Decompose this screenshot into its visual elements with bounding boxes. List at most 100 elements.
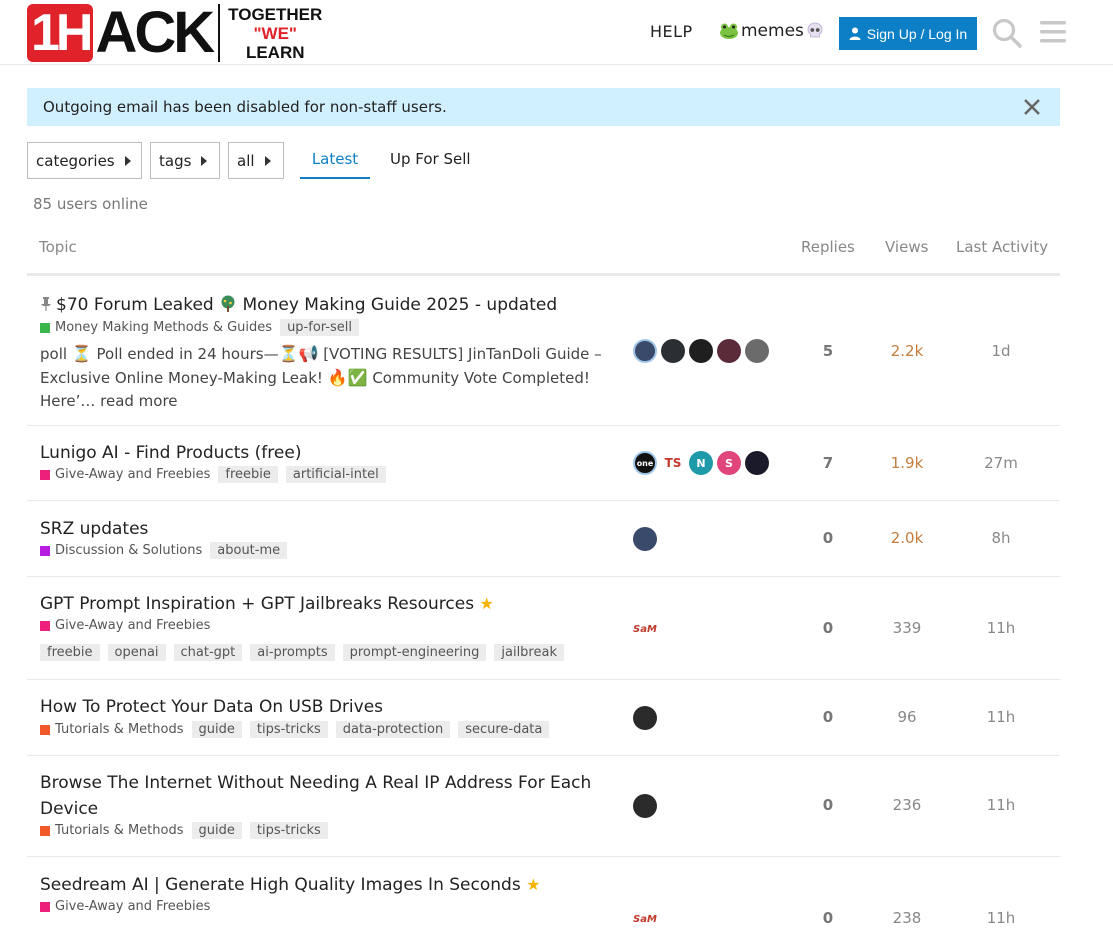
column-replies[interactable]: Replies [801,238,855,256]
categories-dropdown[interactable]: categories [27,142,142,179]
tagline-line-2: "WE" [253,23,297,43]
tag[interactable]: data-protection [335,721,451,738]
close-icon[interactable] [1022,97,1042,117]
category-link[interactable]: Give-Away and Freebies [40,467,210,482]
last-activity[interactable]: 11h [957,909,1045,927]
table-row[interactable]: GPT Prompt Inspiration + GPT Jailbreaks … [27,577,1060,680]
category-link[interactable]: Discussion & Solutions [40,543,202,558]
tag[interactable]: freebie [40,644,100,661]
nav-memes-link[interactable]: memes [719,21,824,41]
tag[interactable]: secure-data [458,721,550,738]
avatar[interactable] [633,527,657,551]
reply-count[interactable]: 5 [787,342,869,360]
category-link[interactable]: Give-Away and Freebies [40,618,210,633]
nav-help-link[interactable]: HELP [650,22,693,41]
topic-meta: Tutorials & Methods guide tips-tricks [40,822,328,839]
avatar[interactable] [633,706,657,730]
avatar[interactable] [745,339,769,363]
avatar[interactable]: N [689,451,713,475]
last-activity[interactable]: 27m [957,454,1045,472]
skull-icon [807,22,823,38]
tag[interactable]: freebie [218,466,278,483]
reply-count[interactable]: 0 [787,708,869,726]
tag[interactable]: guide [191,822,242,839]
avatar[interactable] [717,339,741,363]
table-row[interactable]: $70 Forum Leaked Money Making Guide 2025… [27,279,1060,426]
category-name: Money Making Methods & Guides [55,320,273,335]
topic-title[interactable]: $70 Forum Leaked Money Making Guide 2025… [40,295,557,315]
category-color-swatch [40,901,50,912]
reply-count[interactable]: 0 [787,529,869,547]
topic-title[interactable]: GPT Prompt Inspiration + GPT Jailbreaks … [40,594,494,614]
category-name: Give-Away and Freebies [55,899,211,914]
tag[interactable]: prompt-engineering [342,644,487,661]
hourglass-icon: ⏳ [278,344,299,363]
avatar[interactable] [689,339,713,363]
tag[interactable]: openai [107,644,166,661]
avatar[interactable] [633,339,657,363]
avatar[interactable] [745,451,769,475]
last-activity[interactable]: 11h [957,708,1045,726]
category-link[interactable]: Give-Away and Freebies [40,899,210,914]
tab-up-for-sell[interactable]: Up For Sell [390,150,471,179]
caret-right-icon [124,155,131,166]
reply-count[interactable]: 0 [787,796,869,814]
star-icon: ★ [526,875,541,894]
last-activity[interactable]: 11h [957,796,1045,814]
category-link[interactable]: Tutorials & Methods [40,722,184,737]
category-link[interactable]: Tutorials & Methods [40,823,184,838]
search-icon[interactable] [991,17,1023,49]
hamburger-menu-icon[interactable] [1040,19,1066,45]
signup-login-button[interactable]: Sign Up / Log In [839,17,977,50]
column-topic[interactable]: Topic [39,238,77,256]
logo-badge: 1H [27,4,94,62]
avatar[interactable]: TS [661,451,685,475]
table-row[interactable]: Seedream AI | Generate High Quality Imag… [27,857,1060,931]
avatar[interactable] [633,794,657,818]
topic-title[interactable]: Browse The Internet Without Needing A Re… [40,770,610,822]
reply-count[interactable]: 0 [787,909,869,927]
site-logo[interactable]: 1H ACK TOGETHER "WE" LEARN [27,3,322,63]
caret-right-icon [264,155,271,166]
avatar[interactable]: SaM [633,617,657,641]
topic-title[interactable]: SRZ updates [40,519,148,539]
caret-right-icon [201,155,208,166]
topic-posters: one TS N S [633,451,769,475]
avatar[interactable] [661,339,685,363]
topic-title[interactable]: Lunigo AI - Find Products (free) [40,443,301,463]
tag[interactable]: chat-gpt [173,644,243,661]
last-activity[interactable]: 8h [957,529,1045,547]
tag[interactable]: up-for-sell [280,319,359,336]
hourglass-icon: ⏳ [71,344,92,363]
avatar[interactable]: one [633,451,657,475]
avatar[interactable]: S [717,451,741,475]
tag[interactable]: artificial-intel [285,466,386,483]
category-link[interactable]: Money Making Methods & Guides [40,320,272,335]
topic-title[interactable]: Seedream AI | Generate High Quality Imag… [40,875,540,895]
all-dropdown[interactable]: all [228,142,284,179]
table-row[interactable]: Lunigo AI - Find Products (free) Give-Aw… [27,426,1060,501]
last-activity[interactable]: 11h [957,619,1045,637]
topic-posters: SaM [633,617,657,641]
tag[interactable]: jailbreak [494,644,564,661]
tags-dropdown[interactable]: tags [150,142,220,179]
tag[interactable]: tips-tricks [249,721,328,738]
tag[interactable]: about-me [210,542,288,559]
reply-count[interactable]: 7 [787,454,869,472]
megaphone-icon: 📢 [298,344,319,363]
table-row[interactable]: Browse The Internet Without Needing A Re… [27,756,1060,857]
topic-posters [633,794,657,818]
read-more-link[interactable]: read more [100,392,177,410]
tab-latest[interactable]: Latest [300,150,370,179]
avatar[interactable]: SaM [633,907,657,931]
tag[interactable]: ai-prompts [250,644,335,661]
last-activity[interactable]: 1d [957,342,1045,360]
topic-title[interactable]: How To Protect Your Data On USB Drives [40,697,383,717]
tag[interactable]: guide [191,721,242,738]
table-row[interactable]: How To Protect Your Data On USB Drives T… [27,680,1060,756]
column-views[interactable]: Views [885,238,928,256]
tag[interactable]: tips-tricks [249,822,328,839]
column-last-activity[interactable]: Last Activity [956,238,1048,256]
table-row[interactable]: SRZ updates Discussion & Solutions about… [27,501,1060,577]
reply-count[interactable]: 0 [787,619,869,637]
